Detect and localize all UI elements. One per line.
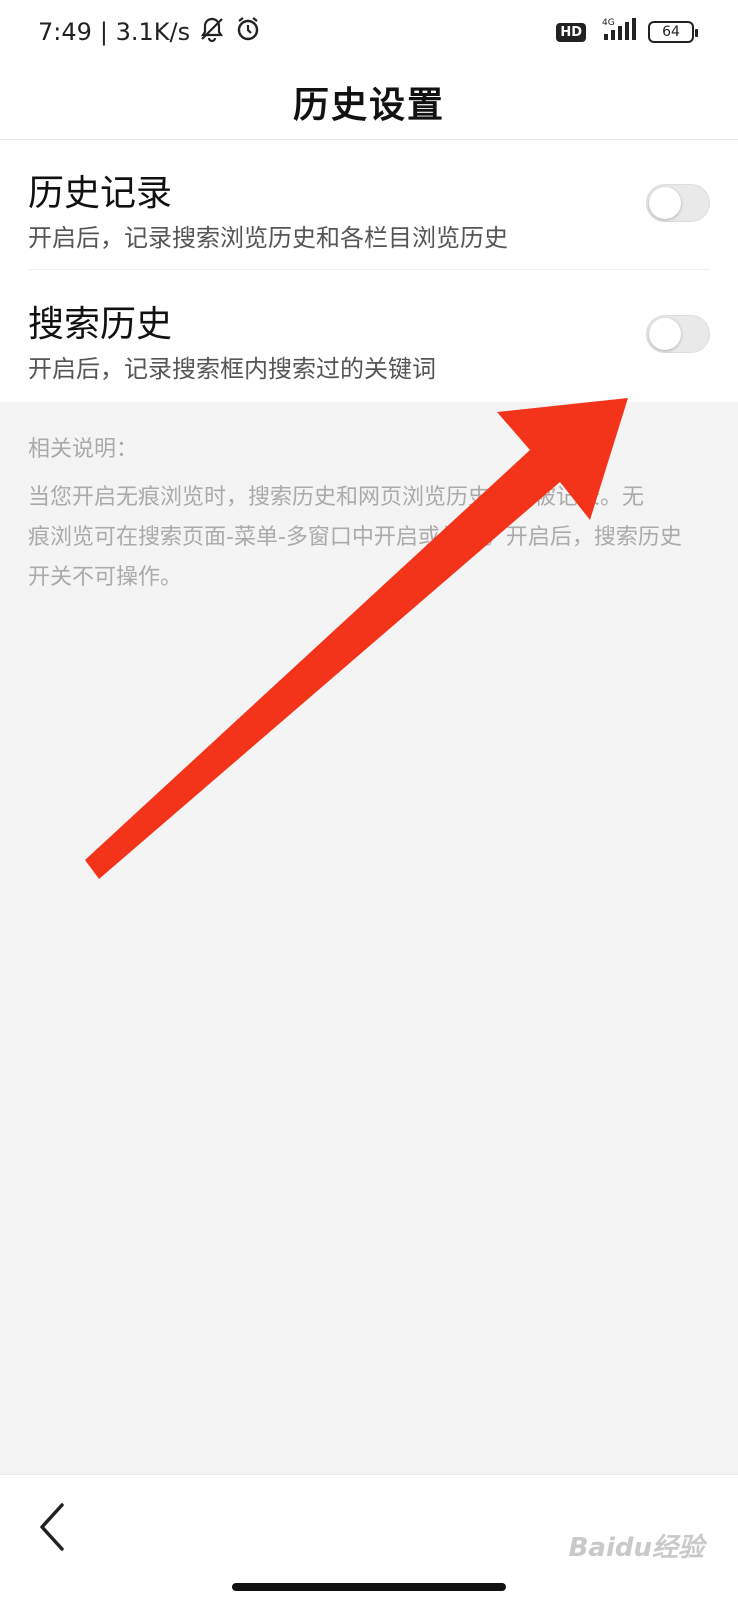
chevron-left-icon	[30, 1503, 80, 1561]
status-bar: 7:49 | 3.1K/s HD 4G 64	[0, 0, 738, 64]
battery-icon: 64	[648, 21, 698, 43]
history-record-toggle[interactable]	[646, 184, 710, 222]
status-right: HD 4G 64	[556, 16, 698, 48]
notes-section: 相关说明： 当您开启无痕浏览时，搜索历史和网页浏览历史不会被记录。无 痕浏览可在…	[28, 430, 710, 598]
svg-text:4G: 4G	[602, 18, 615, 28]
notes-line: 痕浏览可在搜索页面-菜单-多窗口中开启或关闭。开启后，搜索历史	[28, 525, 682, 550]
status-left: 7:49 | 3.1K/s	[38, 15, 262, 49]
setting-description: 开启后，记录搜索框内搜索过的关键词	[28, 355, 436, 383]
bell-off-icon	[198, 15, 226, 49]
setting-title: 搜索历史	[28, 304, 173, 345]
notes-heading: 相关说明：	[28, 437, 139, 462]
search-history-toggle[interactable]	[646, 315, 710, 353]
settings-card: 历史记录 开启后，记录搜索浏览历史和各栏目浏览历史 搜索历史 开启后，记录搜索框…	[0, 140, 738, 402]
toggle-knob	[649, 187, 681, 219]
bottom-bar: Baidu经验	[0, 1474, 738, 1600]
setting-row-history-record[interactable]: 历史记录 开启后，记录搜索浏览历史和各栏目浏览历史	[28, 140, 710, 270]
network-speed: | 3.1K/s	[99, 18, 191, 46]
page-title: 历史设置	[292, 84, 445, 126]
setting-row-search-history[interactable]: 搜索历史 开启后，记录搜索框内搜索过的关键词	[28, 271, 710, 401]
setting-title: 历史记录	[28, 173, 173, 214]
setting-description: 开启后，记录搜索浏览历史和各栏目浏览历史	[28, 224, 508, 252]
title-bar: 历史设置	[0, 64, 738, 140]
notes-line: 开关不可操作。	[28, 565, 183, 590]
hd-badge: HD	[556, 22, 586, 42]
signal-icon: 4G	[596, 16, 638, 48]
alarm-clock-icon	[234, 15, 262, 49]
toggle-knob	[649, 318, 681, 350]
home-indicator[interactable]	[232, 1583, 506, 1591]
back-button[interactable]	[30, 1497, 80, 1557]
status-time: 7:49	[38, 18, 92, 46]
baidu-watermark: Baidu经验	[568, 1533, 704, 1563]
notes-line: 当您开启无痕浏览时，搜索历史和网页浏览历史不会被记录。无	[28, 485, 645, 510]
